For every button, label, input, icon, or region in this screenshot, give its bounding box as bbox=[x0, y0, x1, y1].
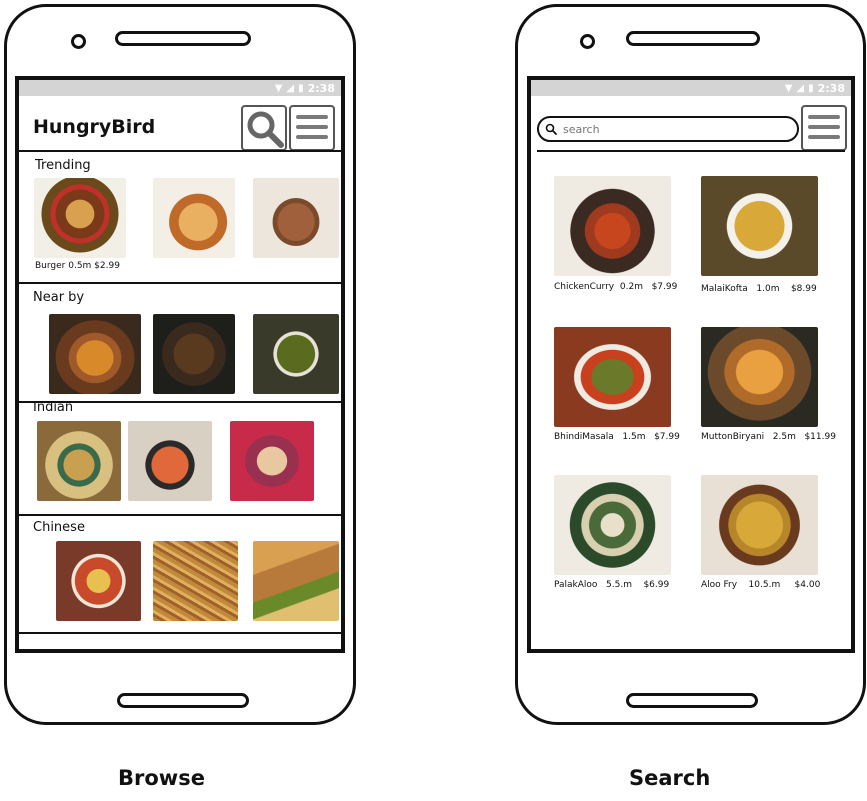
food-thumb-thali[interactable] bbox=[37, 421, 121, 501]
battery-icon: ▮ bbox=[808, 82, 814, 94]
earpiece-speaker bbox=[626, 31, 760, 46]
menu-button[interactable] bbox=[289, 105, 335, 151]
status-time: 2:38 bbox=[817, 81, 845, 95]
result-thumb-malaikofta[interactable] bbox=[701, 176, 818, 276]
home-button[interactable] bbox=[117, 693, 249, 708]
trending-caption: Burger 0.5m $2.99 bbox=[35, 261, 120, 271]
menu-button[interactable] bbox=[801, 105, 847, 151]
signal-icon: ◢ bbox=[796, 82, 805, 94]
earpiece-speaker bbox=[115, 31, 251, 46]
signal-icon: ◢ bbox=[286, 82, 295, 94]
result-thumb-chickencurry[interactable] bbox=[554, 176, 671, 276]
food-thumb-stir-fry[interactable] bbox=[56, 541, 141, 621]
food-thumb-spring-rolls[interactable] bbox=[253, 541, 339, 621]
food-thumb-tomato-soup[interactable] bbox=[128, 421, 212, 501]
app-title: HungryBird bbox=[33, 116, 156, 138]
search-button[interactable] bbox=[241, 105, 287, 151]
section-label-nearby: Near by bbox=[33, 290, 85, 305]
section-label-chinese: Chinese bbox=[33, 520, 85, 535]
result-caption: ChickenCurry 0.2m $7.99 bbox=[554, 282, 678, 292]
status-bar: ▼ ◢ ▮ 2:38 bbox=[531, 80, 851, 96]
section-divider bbox=[19, 514, 341, 516]
food-thumb-burger[interactable] bbox=[34, 178, 126, 258]
result-thumb-bhindimasala[interactable] bbox=[554, 327, 671, 427]
food-thumb-steak[interactable] bbox=[253, 178, 339, 258]
status-bar: ▼ ◢ ▮ 2:38 bbox=[19, 80, 341, 96]
food-thumb-curry[interactable] bbox=[49, 314, 141, 394]
section-divider bbox=[19, 282, 341, 284]
status-time: 2:38 bbox=[307, 81, 335, 95]
search-screen: ▼ ◢ ▮ 2:38 ChickenCurry 0.2m $7.99 Malai… bbox=[527, 76, 855, 653]
section-label-trending: Trending bbox=[35, 158, 91, 173]
search-icon bbox=[247, 111, 284, 148]
header-divider bbox=[537, 150, 845, 152]
browse-screen: ▼ ◢ ▮ 2:38 HungryBird Trending Burger 0.… bbox=[15, 76, 345, 653]
home-button[interactable] bbox=[626, 693, 758, 708]
result-caption: Aloo Fry 10.5.m $4.00 bbox=[701, 580, 821, 590]
result-thumb-palakaloo[interactable] bbox=[554, 475, 671, 575]
browse-caption: Browse bbox=[118, 766, 205, 790]
wifi-icon: ▼ bbox=[274, 82, 283, 94]
food-thumb-wraps[interactable] bbox=[230, 421, 314, 501]
food-thumb-pizza[interactable] bbox=[153, 178, 235, 258]
search-caption: Search bbox=[629, 766, 711, 790]
section-divider bbox=[19, 632, 341, 634]
front-camera-icon bbox=[580, 34, 595, 49]
section-label-indian: Indian bbox=[33, 400, 74, 415]
result-caption: BhindiMasala 1.5m $7.99 bbox=[554, 432, 680, 442]
result-caption: MuttonBiryani 2.5m $11.99 bbox=[701, 432, 836, 442]
header-divider bbox=[19, 150, 341, 152]
result-thumb-aloofry[interactable] bbox=[701, 475, 818, 575]
search-icon bbox=[545, 123, 557, 135]
battery-icon: ▮ bbox=[298, 82, 304, 94]
food-thumb-kofta[interactable] bbox=[153, 314, 235, 394]
wifi-icon: ▼ bbox=[784, 82, 793, 94]
food-thumb-palak[interactable] bbox=[253, 314, 339, 394]
food-thumb-noodles[interactable] bbox=[153, 541, 238, 621]
result-caption: PalakAloo 5.5.m $6.99 bbox=[554, 580, 670, 590]
search-bar[interactable] bbox=[537, 116, 799, 142]
front-camera-icon bbox=[71, 34, 86, 49]
result-thumb-muttonbiryani[interactable] bbox=[701, 327, 818, 427]
search-input[interactable] bbox=[561, 121, 765, 137]
result-caption: MalaiKofta 1.0m $8.99 bbox=[701, 284, 817, 294]
